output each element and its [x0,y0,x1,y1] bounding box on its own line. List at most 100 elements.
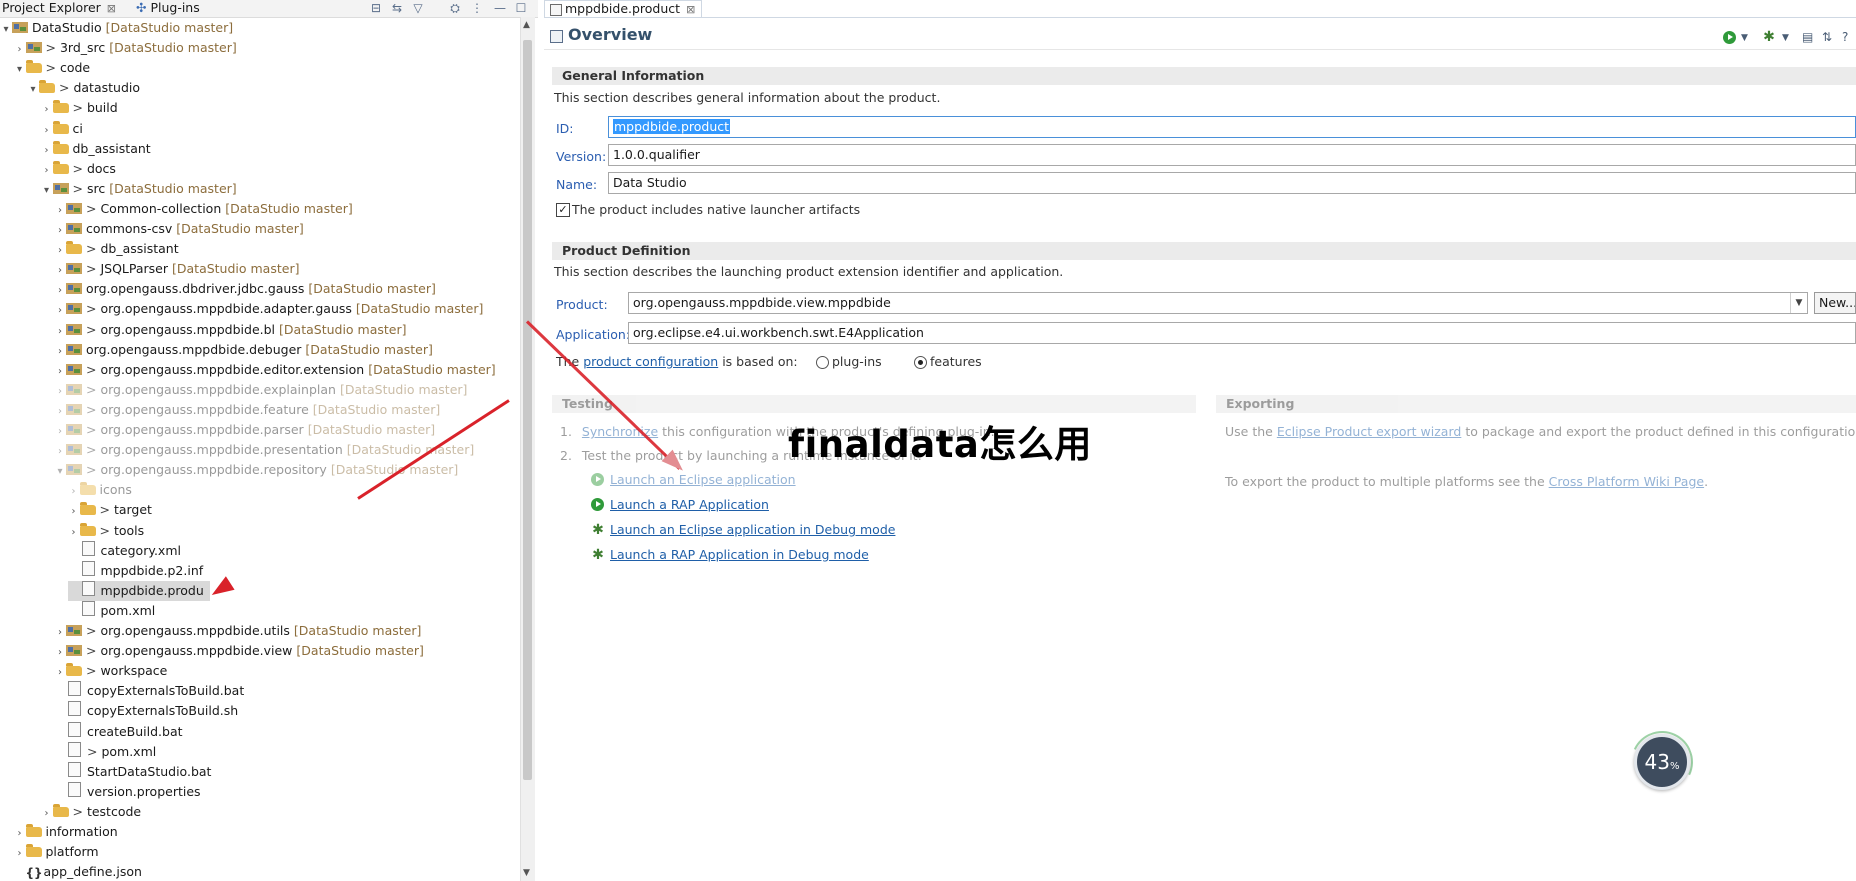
features-radio[interactable] [914,356,927,369]
tab-project-explorer[interactable]: Project Explorer ⊠ [2,0,116,17]
tab-mppdbide-product[interactable]: mppdbide.product ⊠ [544,0,702,17]
sync-icon[interactable]: ⛭ [448,1,462,15]
chevron-right-icon[interactable]: › [68,502,80,522]
tree-item[interactable]: > pom.xml [54,741,156,762]
tree-item[interactable]: › > db_assistant [54,239,179,259]
tree-item[interactable]: › > org.opengauss.mppdbide.editor.extensi… [54,360,496,380]
tree-item[interactable]: › > 3rd_src [DataStudio master] [14,38,237,58]
product-configuration-link[interactable]: product configuration [583,354,718,369]
tab-plugins[interactable]: ✣ Plug-ins [136,0,200,17]
id-field[interactable]: mppdbide.product [608,116,1856,138]
chevron-right-icon[interactable]: › [54,322,66,342]
cross-platform-wiki-link[interactable]: Cross Platform Wiki Page [1549,474,1704,489]
tree-item[interactable]: ▾ > code [14,58,90,80]
tree-item[interactable]: › > org.opengauss.mppdbide.bl [DataStudio … [54,320,407,340]
chevron-right-icon[interactable]: › [41,804,53,824]
chevron-down-icon[interactable]: ▼ [1741,33,1748,43]
tree-item[interactable]: ▾ > datastudio [27,78,140,98]
tree-item[interactable]: › > org.opengauss.mppdbide.view [DataStudi… [54,641,424,661]
chevron-down-icon[interactable]: ▾ [41,181,53,201]
chevron-down-icon[interactable]: ▾ [0,20,12,40]
chevron-right-icon[interactable]: › [68,523,80,543]
chevron-right-icon[interactable]: › [54,261,66,281]
sync-icon[interactable]: ⇅ [1822,30,1832,44]
filter-icon[interactable]: ▽ [411,1,425,15]
scroll-up-icon[interactable]: ▲ [523,20,530,30]
tree-item[interactable]: category.xml [68,540,181,561]
tree-item[interactable]: › ci [41,119,83,139]
chevron-right-icon[interactable]: › [54,342,66,362]
help-icon[interactable]: ? [1842,30,1848,44]
chevron-right-icon[interactable]: › [54,442,66,462]
plugins-radio[interactable] [816,356,829,369]
chevron-right-icon[interactable]: › [54,623,66,643]
testing-header[interactable]: Testing [552,395,1196,413]
tree-item[interactable]: mppdbide.produ [67,580,210,601]
tree-item[interactable]: › > build [41,98,118,118]
view-menu-icon[interactable]: ⋮ [470,1,484,15]
launch-rap-app-link[interactable]: Launch a RAP Application [610,497,769,512]
close-icon[interactable]: ⊠ [686,3,695,16]
tree-item[interactable]: {}app_define.json [14,862,142,881]
tree-item[interactable]: › information [14,822,118,842]
tree-item[interactable]: › > workspace [54,661,167,681]
maximize-icon[interactable]: ☐ [514,1,528,15]
tree-item[interactable]: › platform [14,842,99,862]
launch-eclipse-app-link[interactable]: Launch an Eclipse application [610,472,796,487]
chevron-right-icon[interactable]: › [54,643,66,663]
chevron-right-icon[interactable]: › [14,844,26,864]
tree-item[interactable]: › db_assistant [41,139,151,159]
chevron-right-icon[interactable]: › [54,362,66,382]
tree-item[interactable]: pom.xml [68,600,155,621]
tree-item[interactable]: › icons [68,480,132,500]
export-icon[interactable]: ▤ [1802,30,1813,44]
product-combo[interactable]: org.opengauss.mppdbide.view.mppdbide ▼ [628,292,1808,314]
tree-item[interactable]: › > org.opengauss.mppdbide.adapter.gauss[… [54,299,483,319]
chevron-right-icon[interactable]: › [54,663,66,683]
launch-eclipse-debug-link[interactable]: Launch an Eclipse application in Debug m… [610,522,895,537]
export-wizard-link[interactable]: Eclipse Product export wizard [1277,424,1462,439]
minimize-icon[interactable]: — [493,1,507,15]
tree-item[interactable]: › > org.opengauss.mppdbide.presentation [D… [54,440,474,460]
debug-icon[interactable]: ✱ [1762,30,1776,44]
native-launcher-checkbox[interactable]: ✓ [556,203,570,217]
chevron-right-icon[interactable]: › [41,121,53,141]
application-combo[interactable]: org.eclipse.e4.ui.workbench.swt.E4Applic… [628,322,1856,344]
chevron-right-icon[interactable]: › [54,241,66,261]
new-button[interactable]: New... [1814,292,1856,314]
chevron-right-icon[interactable]: › [54,301,66,321]
chevron-right-icon[interactable]: › [14,824,26,844]
tree-item[interactable]: › org.opengauss.mppdbide.debuger [DataStud… [54,340,433,360]
chevron-right-icon[interactable]: › [14,40,26,60]
chevron-down-icon[interactable]: ▾ [27,80,39,100]
tree-item[interactable]: › commons-csv [DataStudio master] [54,219,304,239]
chevron-right-icon[interactable]: › [41,141,53,161]
chevron-right-icon[interactable]: › [54,221,66,241]
tree-item[interactable]: › > docs [41,159,116,179]
tree-item[interactable]: copyExternalsToBuild.sh [54,701,238,721]
tree-item[interactable]: › > tools [68,521,144,543]
chevron-right-icon[interactable]: › [54,422,66,442]
tree-item[interactable]: ▾ DataStudio [DataStudio master] [0,18,233,38]
tree-item[interactable]: › > org.opengauss.mppdbide.explainplan [Da… [54,380,467,400]
tree-item[interactable]: › > target [68,500,152,520]
chevron-down-icon[interactable]: ▾ [54,462,66,482]
exporting-header[interactable]: Exporting [1216,395,1856,413]
chevron-right-icon[interactable]: › [68,482,80,502]
progress-badge[interactable]: 43% [1634,734,1690,790]
tree-item[interactable]: › > org.opengauss.mppdbide.utils [DataStud… [54,621,421,641]
chevron-down-icon[interactable]: ▾ [14,60,26,80]
version-field[interactable]: 1.0.0.qualifier [608,144,1856,166]
tree-item[interactable]: copyExternalsToBuild.bat [54,681,244,701]
chevron-down-icon[interactable]: ▼ [1790,293,1807,313]
launch-rap-debug-link[interactable]: Launch a RAP Application in Debug mode [610,547,869,562]
tree-item[interactable]: › > org.opengauss.mppdbide.parser [DataStu… [54,420,435,440]
chevron-right-icon[interactable]: › [54,281,66,301]
name-field[interactable]: Data Studio [608,172,1856,194]
tree-item[interactable]: › > org.opengauss.mppdbide.feature [DataSt… [54,400,440,420]
tree-item[interactable]: › > Common-collection [DataStudio master] [54,199,353,219]
chevron-right-icon[interactable]: › [54,402,66,422]
link-editor-icon[interactable]: ⇆ [390,1,404,15]
tree-item[interactable]: › > JSQLParser [DataStudio master] [54,259,299,279]
tree-item[interactable]: ▾ > src [DataStudio master] [41,179,237,199]
